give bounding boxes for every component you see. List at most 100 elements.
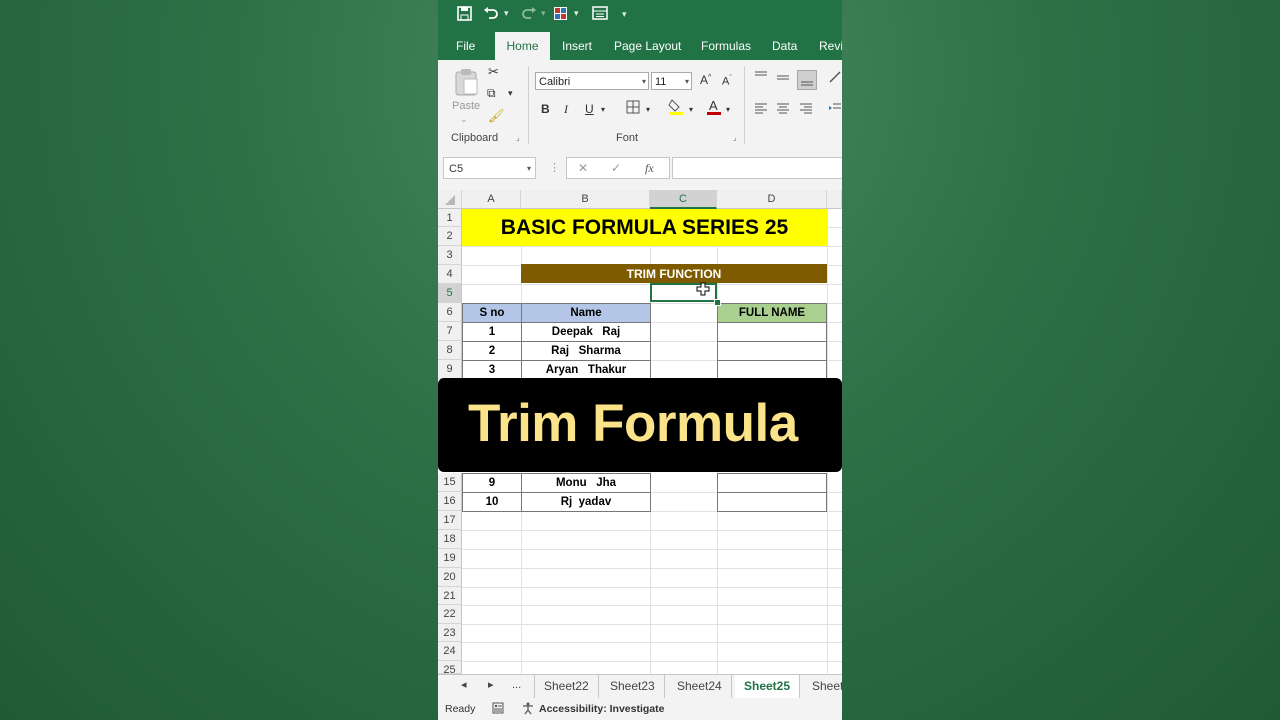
undo-icon[interactable] — [483, 6, 499, 27]
cell-sno[interactable]: 9 — [462, 473, 522, 493]
align-top-icon[interactable] — [754, 70, 768, 85]
font-launcher-icon[interactable]: ⌟ — [733, 133, 737, 142]
row-header-25[interactable]: 25 — [438, 661, 462, 674]
row-header-9[interactable]: 9 — [438, 360, 462, 379]
clipboard-launcher-icon[interactable]: ⌟ — [516, 133, 520, 142]
row-header-5[interactable]: 5 — [438, 284, 462, 303]
row-header-23[interactable]: 23 — [438, 624, 462, 642]
column-header-d[interactable]: D — [717, 190, 827, 209]
font-color-dropdown-icon[interactable]: ▾ — [726, 105, 730, 114]
header-full-name[interactable]: FULL NAME — [717, 303, 827, 323]
cell-sno[interactable]: 3 — [462, 360, 522, 380]
row-header-4[interactable]: 4 — [438, 265, 462, 284]
name-box[interactable]: C5 ▾ — [443, 157, 536, 179]
align-middle-icon[interactable] — [776, 72, 790, 87]
cut-icon[interactable]: ✂ — [488, 64, 499, 80]
paste-dropdown-icon[interactable]: ⌄ — [460, 114, 468, 125]
row-header-21[interactable]: 21 — [438, 587, 462, 605]
column-header-b[interactable]: B — [521, 190, 650, 209]
sheet-tab-25[interactable]: Sheet25 — [735, 675, 801, 700]
header-sno[interactable]: S no — [462, 303, 522, 323]
tab-page-layout[interactable]: Page Layout — [604, 32, 691, 60]
header-name[interactable]: Name — [521, 303, 651, 323]
sheet-tab-22[interactable]: Sheet22 — [534, 675, 599, 698]
redo-icon[interactable] — [521, 6, 537, 27]
cancel-icon[interactable]: ✕ — [578, 161, 588, 175]
sheet-tab-next[interactable]: Sheet — [803, 675, 842, 698]
fill-color-icon[interactable] — [668, 98, 684, 119]
sheet-title[interactable]: BASIC FORMULA SERIES 25 — [462, 209, 827, 246]
borders-dropdown-icon[interactable]: ▾ — [646, 105, 650, 114]
save-icon[interactable] — [457, 6, 472, 27]
column-header-c[interactable]: C — [650, 190, 717, 209]
accessibility-icon[interactable] — [521, 701, 535, 718]
align-center-icon[interactable] — [776, 102, 790, 117]
next-sheet-icon[interactable]: ▸ — [488, 678, 494, 691]
cell-sno[interactable]: 10 — [462, 492, 522, 512]
shrink-font-button[interactable]: Aˇ — [722, 75, 732, 88]
tab-home[interactable]: Home — [495, 32, 550, 60]
formula-input[interactable] — [672, 157, 842, 179]
redo-dropdown-icon[interactable]: ▾ — [541, 8, 546, 19]
cell-full-name[interactable] — [717, 492, 827, 512]
row-header-6[interactable]: 6 — [438, 303, 462, 322]
paste-button[interactable]: Paste — [452, 100, 480, 112]
grow-font-button[interactable]: A^ — [700, 73, 711, 87]
font-size-combo[interactable]: 11 ▾ — [651, 72, 692, 90]
row-header-22[interactable]: 22 — [438, 605, 462, 624]
align-left-icon[interactable] — [754, 102, 768, 117]
more-sheets-button[interactable]: ... — [512, 679, 521, 691]
font-name-combo[interactable]: Calibri ▾ — [535, 72, 649, 90]
align-bottom-icon[interactable] — [797, 70, 817, 90]
accessibility-status[interactable]: Accessibility: Investigate — [539, 703, 664, 715]
row-header-20[interactable]: 20 — [438, 568, 462, 587]
cell-sno[interactable]: 2 — [462, 341, 522, 361]
more-options-icon[interactable]: ⋮ — [549, 161, 560, 174]
row-header-8[interactable]: 8 — [438, 341, 462, 360]
paste-icon[interactable] — [454, 68, 478, 101]
row-header-7[interactable]: 7 — [438, 322, 462, 341]
section-header[interactable]: TRIM FUNCTION — [521, 264, 827, 283]
select-all-corner[interactable] — [438, 190, 462, 209]
form-dropdown-icon[interactable]: ▾ — [574, 8, 579, 19]
orientation-icon[interactable] — [828, 70, 842, 87]
sheet-tab-23[interactable]: Sheet23 — [601, 675, 665, 698]
row-header-3[interactable]: 3 — [438, 246, 462, 265]
bold-button[interactable]: B — [541, 102, 550, 116]
cell-full-name[interactable] — [717, 322, 827, 342]
cell-full-name[interactable] — [717, 473, 827, 493]
cell-name[interactable]: Deepak Raj — [521, 322, 651, 342]
cell-name[interactable]: Monu Jha — [521, 473, 651, 493]
indent-icon[interactable] — [828, 102, 842, 117]
copy-icon[interactable]: ⧉ — [487, 86, 496, 101]
format-painter-icon[interactable]: 🖌 — [488, 108, 505, 124]
row-header-16[interactable]: 16 — [438, 492, 462, 511]
row-header-19[interactable]: 19 — [438, 549, 462, 568]
row-header-18[interactable]: 18 — [438, 530, 462, 549]
row-header-24[interactable]: 24 — [438, 642, 462, 661]
previous-sheet-icon[interactable]: ◂ — [461, 678, 467, 691]
form-icon[interactable] — [553, 6, 568, 27]
insert-function-icon[interactable]: fx — [645, 161, 654, 176]
tab-file[interactable]: File — [446, 32, 485, 60]
tab-data[interactable]: Data — [762, 32, 807, 60]
borders-icon[interactable] — [626, 100, 640, 117]
fill-color-dropdown-icon[interactable]: ▾ — [689, 105, 693, 114]
column-header-a[interactable]: A — [462, 190, 521, 209]
undo-dropdown-icon[interactable]: ▾ — [504, 8, 509, 19]
sheet-tab-24[interactable]: Sheet24 — [668, 675, 732, 698]
row-header-1[interactable]: 1 — [438, 209, 462, 227]
view-icon[interactable] — [592, 6, 608, 26]
tab-insert[interactable]: Insert — [552, 32, 602, 60]
row-header-2[interactable]: 2 — [438, 227, 462, 246]
cell-full-name[interactable] — [717, 341, 827, 361]
underline-dropdown-icon[interactable]: ▾ — [601, 105, 605, 114]
row-header-15[interactable]: 15 — [438, 473, 462, 492]
tab-formulas[interactable]: Formulas — [691, 32, 761, 60]
italic-button[interactable]: I — [564, 102, 568, 117]
align-right-icon[interactable] — [799, 102, 813, 117]
tab-review[interactable]: Revi — [809, 32, 842, 60]
copy-dropdown-icon[interactable]: ▾ — [508, 88, 513, 99]
column-header-e[interactable] — [827, 190, 842, 209]
macro-record-icon[interactable] — [492, 702, 504, 717]
